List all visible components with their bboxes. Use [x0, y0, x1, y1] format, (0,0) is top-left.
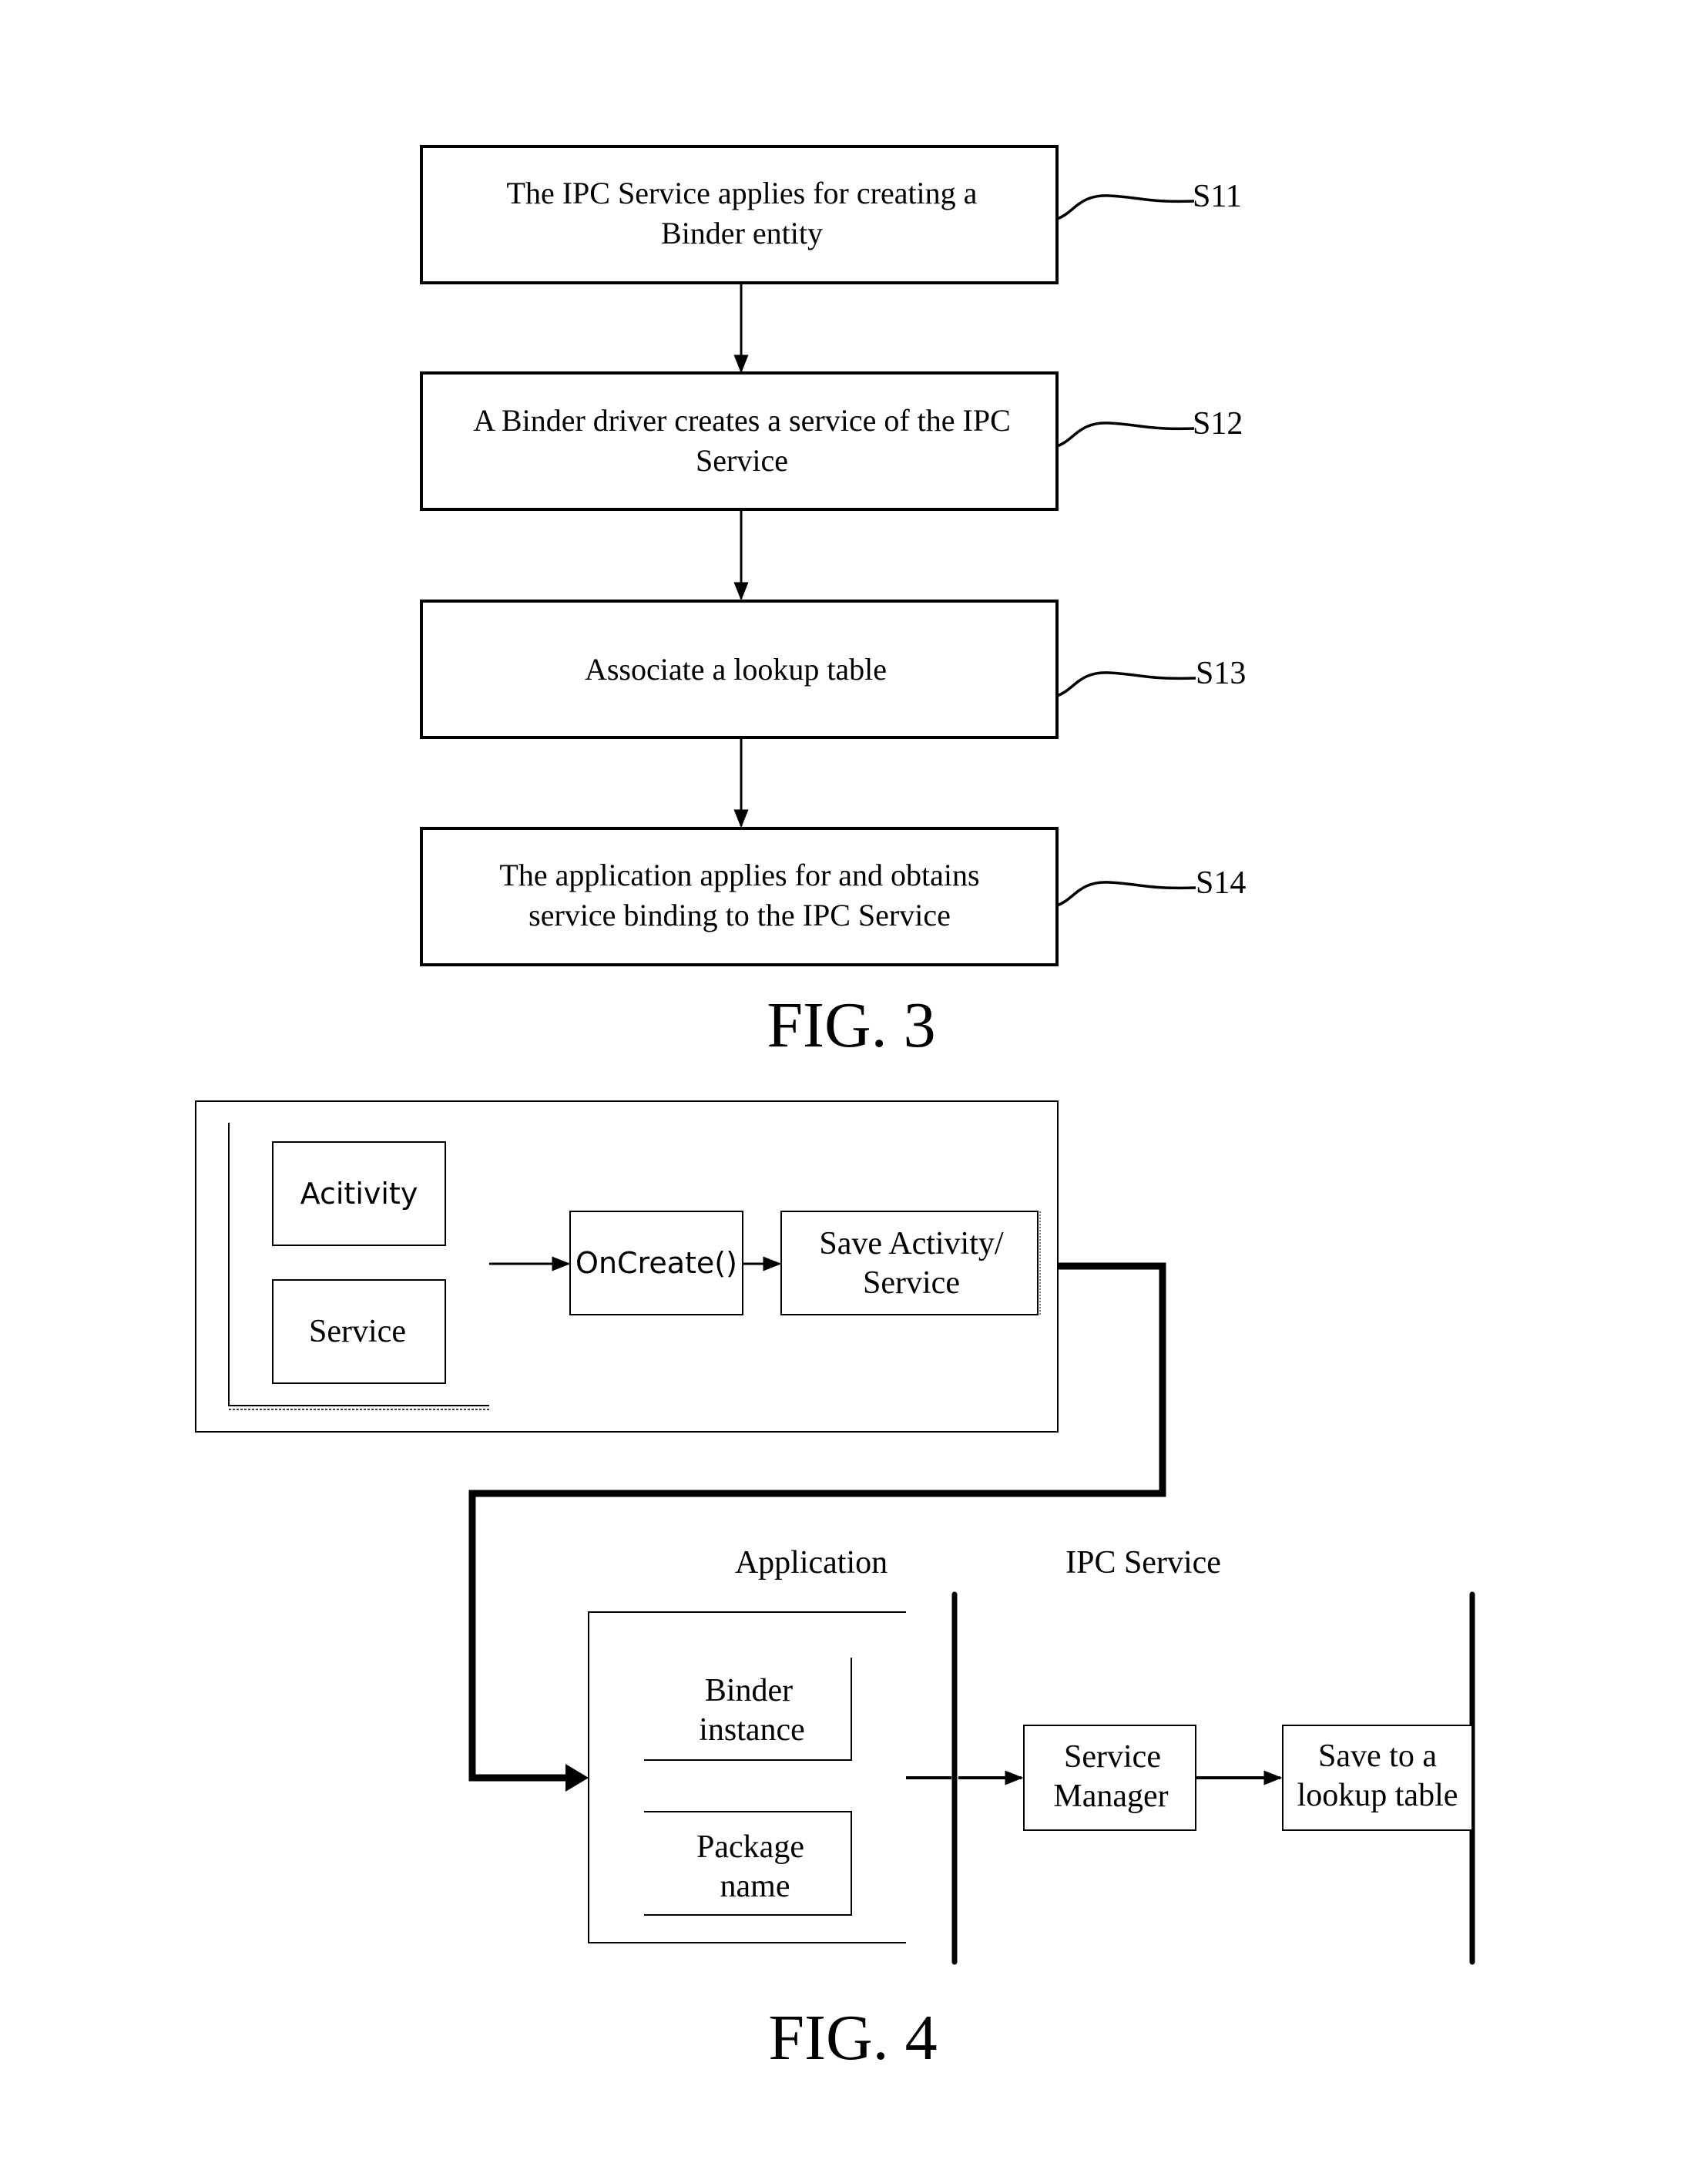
flow-connector-thick — [468, 1262, 1166, 1782]
binder-instance-line2: instance — [699, 1712, 805, 1748]
fig4-caption: FIG. 4 — [768, 2002, 937, 2074]
fig4-diagram: Acitivity Service OnCreate() Save Activi… — [195, 1100, 1475, 2074]
step-s12: A Binder driver creates a service of the… — [420, 371, 1243, 511]
fig3-caption: FIG. 3 — [767, 989, 935, 1061]
save-lookup-line1: Save to a — [1318, 1738, 1437, 1774]
step-s12-leader — [1056, 422, 1195, 448]
step-s14-line2: service binding to the IPC Service — [529, 898, 951, 932]
save-lookup-line2: lookup table — [1297, 1778, 1458, 1813]
step-s14-box — [420, 827, 1059, 966]
step-s11-line1: The IPC Service applies for creating a — [507, 176, 978, 210]
package-name-line1: Package — [696, 1829, 804, 1865]
step-s13-line1: Associate a lookup table — [585, 652, 887, 687]
step-s12-line1: A Binder driver creates a service of the… — [473, 403, 1011, 438]
step-s14-leader — [1056, 881, 1196, 907]
step-s12-label: S12 — [1193, 406, 1243, 442]
lane-label-ipc-service: IPC Service — [1065, 1545, 1221, 1581]
activity-label: Acitivity — [300, 1177, 418, 1211]
step-s14-line1: The application applies for and obtains — [499, 858, 979, 892]
service-manager-line2: Manager — [1053, 1779, 1168, 1814]
step-s13-leader — [1056, 671, 1196, 697]
step-s14-label: S14 — [1196, 865, 1246, 901]
oncreate-label: OnCreate() — [575, 1246, 737, 1280]
step-s13-label: S13 — [1196, 656, 1246, 691]
save-activity-line1: Save Activity/ — [819, 1226, 1003, 1261]
package-name-line2: name — [720, 1869, 790, 1904]
step-s13: Associate a lookup table S13 — [420, 600, 1246, 739]
step-s11-line2: Binder entity — [661, 216, 823, 250]
step-s14: The application applies for and obtains … — [420, 827, 1246, 966]
lane-label-application: Application — [735, 1545, 888, 1581]
step-s11-label: S11 — [1193, 179, 1242, 214]
step-s12-box — [420, 371, 1059, 511]
step-s11: The IPC Service applies for creating a B… — [420, 145, 1242, 284]
patent-drawing-sheet: The IPC Service applies for creating a B… — [195, 145, 1475, 2074]
step-s11-leader — [1056, 194, 1195, 220]
step-s12-line2: Service — [696, 443, 788, 478]
save-activity-line2: Service — [863, 1265, 960, 1301]
flow-connector-arrowhead — [565, 1764, 589, 1792]
service-manager-line1: Service — [1064, 1739, 1161, 1775]
binder-instance-line1: Binder — [705, 1673, 793, 1708]
step-s11-box — [420, 145, 1059, 284]
service-label: Service — [309, 1314, 406, 1349]
fig3-flowchart: The IPC Service applies for creating a B… — [420, 145, 1246, 1061]
